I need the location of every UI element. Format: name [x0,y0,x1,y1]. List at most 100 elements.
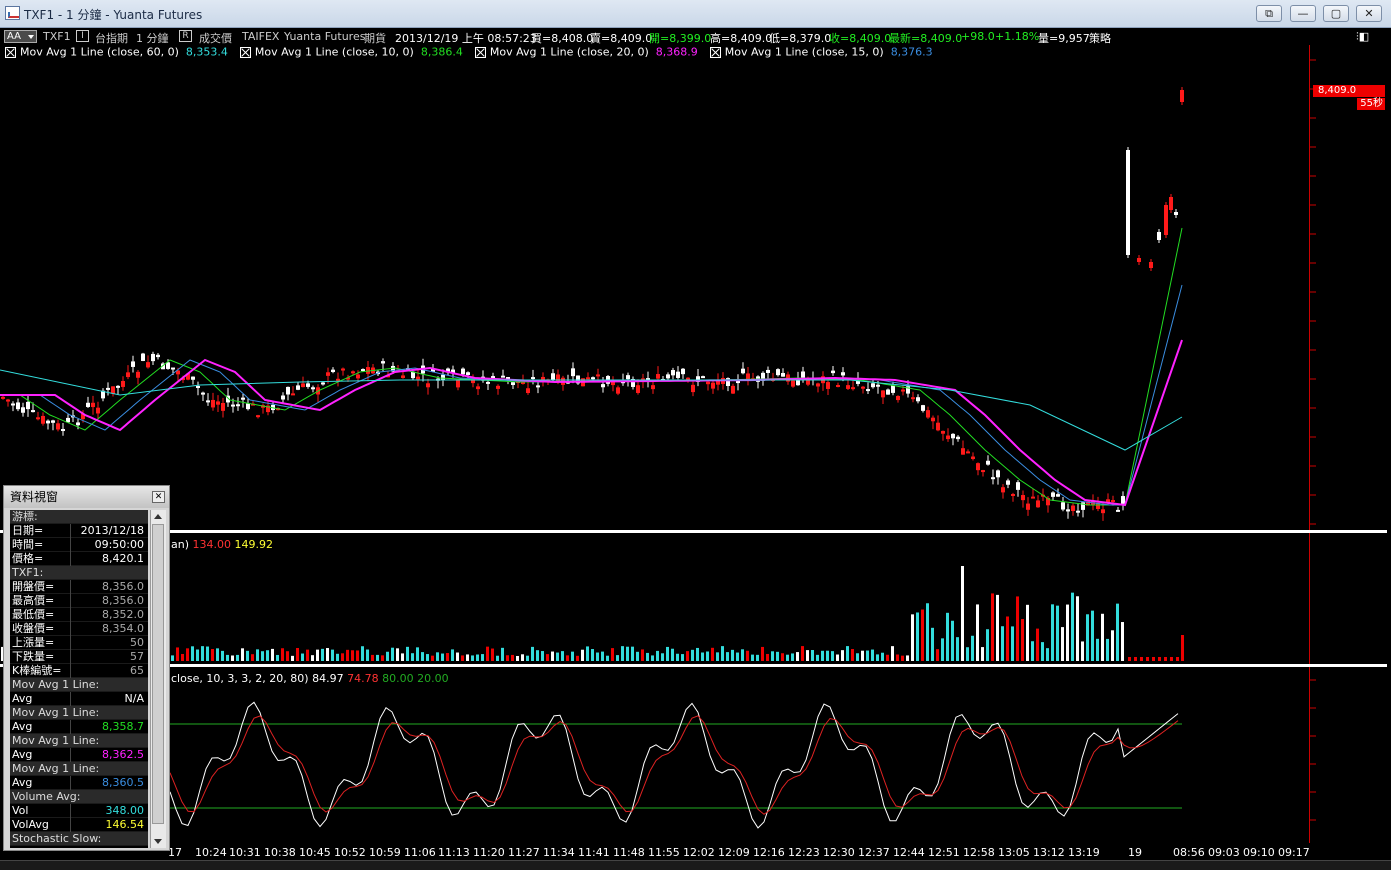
volume-bar [221,650,224,661]
data-key: 最低價= [12,608,55,621]
data-key: Mov Avg 1 Line: [12,762,100,775]
volume-bar [176,647,179,661]
volume-bar [231,655,234,661]
volume-bar [1066,604,1069,661]
candle-body [531,377,535,380]
time-label: 11:20 [473,846,505,859]
volume-bar [871,649,874,661]
candle-body [551,373,555,380]
data-window-scrollbar[interactable] [150,510,166,848]
volume-bar [311,655,314,661]
ma10-line [0,227,1183,506]
data-key: Mov Avg 1 Line: [12,678,100,691]
data-row: 上漲量= 50 [10,636,148,650]
data-value: 8,356.0 [70,594,146,608]
volume-bar [761,646,764,661]
data-value: 09:50:00 [70,538,146,552]
volume-bar [301,653,304,661]
candle-body [526,388,530,394]
panel-separator[interactable] [0,664,1387,667]
volume-bar [561,651,564,661]
data-key: VolAvg [12,818,49,831]
candle-body [351,371,355,374]
candle-body [361,369,365,372]
candle-body [846,385,850,389]
data-row: 開盤價= 8,356.0 [10,580,148,594]
volume-bar [931,627,934,661]
volume-legend: an) 134.00 149.92 [171,538,273,551]
panel-separator[interactable] [0,530,1387,533]
data-row: Vol 348.00 [10,804,148,818]
volume-bar [811,650,814,661]
volume-bar [581,649,584,661]
data-row: K棒編號= 65 [10,664,148,678]
volume-bar [806,650,809,661]
candle-body [666,374,670,379]
volume-bar [956,637,959,661]
data-key: 時間= [12,538,44,551]
candle-body [596,374,600,377]
time-axis[interactable]: 17 10:24 10:31 10:38 10:45 10:52 10:59 11:06 11:… [0,844,1310,860]
candle-body [291,393,295,396]
candle-body [1116,509,1120,512]
candle-body [586,377,590,380]
volume-bar [291,655,294,661]
scroll-down-icon[interactable] [154,839,162,844]
candle-body [426,383,430,388]
candle-body [1174,212,1178,215]
scroll-up-icon[interactable] [154,514,162,519]
volume-bar [741,649,744,661]
price-chart[interactable] [0,0,1391,869]
volume-bar [876,654,879,661]
volume-bar [631,646,634,661]
volume-bar [351,650,354,661]
time-label: 11:13 [438,846,470,859]
time-label: 09:10 [1243,846,1275,859]
candle-body [241,397,245,400]
candle-body [861,386,865,389]
volume-bar [1006,616,1009,661]
volume-bar [601,651,604,661]
volume-bar [586,646,589,661]
time-label: 17 [168,846,182,859]
data-section-header: Mov Avg 1 Line: [10,678,148,692]
candle-body [281,395,285,400]
candle-body [56,423,60,430]
candle-body [911,397,915,400]
candle-body [456,380,460,388]
candle-body [876,384,880,387]
candle-body [1001,487,1005,493]
stoch-d-line [169,715,1179,815]
price-axis-line [1309,45,1310,843]
candle-body [321,382,325,385]
candle-body [686,377,690,380]
data-value: 2013/12/18 [70,524,146,538]
volume-bar [376,654,379,661]
data-window-title[interactable]: 資料視窗 [4,486,169,508]
data-value: 8,420.1 [70,552,146,566]
volume-bar [726,652,729,661]
time-label: 09:03 [1208,846,1240,859]
data-window-close-button[interactable]: ✕ [152,491,165,503]
scroll-thumb[interactable] [152,524,164,824]
candle-body [1121,496,1125,504]
volume-bar [596,652,599,661]
data-window[interactable]: 資料視窗 ✕ 游標: 日期= 2013/12/18 時間= 09:50:00 價格= 8,4… [3,485,170,851]
volume-bar [746,650,749,661]
volume-bar [206,646,209,661]
volume-bar [661,653,664,661]
volume-bar [836,654,839,661]
candle-body [1071,505,1075,512]
data-row: VolAvg 146.54 [10,818,148,832]
candle-body [476,386,480,390]
volume-bar [821,650,824,661]
candle-body [1036,500,1040,508]
volume-bar [421,652,424,661]
volume-bar [236,654,239,661]
volume-bar [566,655,569,661]
volume-bar [706,651,709,661]
candle-body [866,389,870,392]
volume-bar [226,654,229,661]
candle-body [76,422,80,426]
time-label: 19 [1128,846,1142,859]
